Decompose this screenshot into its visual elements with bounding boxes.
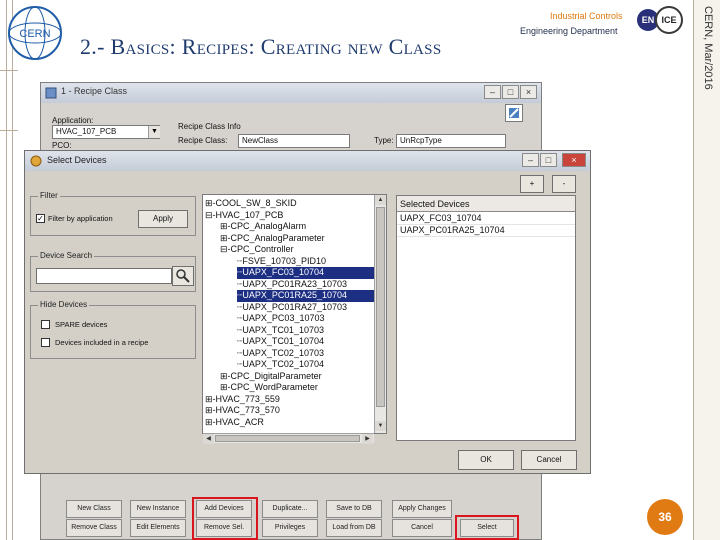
load-from-db-button[interactable]: Load from DB [326, 519, 382, 537]
apply-changes-button[interactable]: Apply Changes [392, 500, 452, 518]
recipe-class-label: Recipe Class: [178, 136, 228, 145]
remove-device-button[interactable]: - [552, 175, 576, 193]
included-devices-checkbox[interactable] [41, 338, 50, 347]
save-to-db-button[interactable]: Save to DB [326, 500, 382, 518]
ice-badge-logo: ICE [655, 6, 683, 34]
search-icon [176, 269, 190, 283]
scroll-thumb[interactable] [376, 207, 385, 407]
cancel-button[interactable]: Cancel [392, 519, 452, 537]
close-button[interactable]: × [562, 153, 586, 167]
tree-horizontal-scrollbar[interactable]: ◀ ▶ [203, 433, 374, 444]
spare-devices-checkbox[interactable] [41, 320, 50, 329]
remove-class-button[interactable]: Remove Class [66, 519, 122, 537]
scroll-right-icon[interactable]: ▶ [362, 434, 373, 444]
new-instance-button[interactable]: New Instance [130, 500, 186, 518]
decor-line [0, 130, 18, 131]
dialog-title: Select Devices [47, 155, 107, 165]
table-row[interactable]: UAPX_FC03_10704 [400, 213, 482, 223]
dialog-icon [30, 155, 42, 167]
search-button[interactable] [172, 266, 194, 286]
tree-item[interactable]: ┈UAPX_PC01RA27_10703 [237, 302, 347, 314]
dialog-titlebar [25, 151, 590, 171]
apply-button[interactable]: Apply [138, 210, 188, 228]
dept-bottom: Engineering Department [520, 26, 618, 36]
logo-text: CERN [19, 28, 50, 40]
tree-item[interactable]: ⊞-HVAC_773_559 [205, 394, 280, 406]
decor-line [12, 0, 13, 540]
close-button[interactable]: × [520, 85, 537, 99]
table-row[interactable]: UAPX_PC01RA25_10704 [400, 225, 505, 235]
tree-item[interactable]: ┈UAPX_TC02_10704 [237, 359, 324, 371]
maximize-button[interactable]: □ [502, 85, 519, 99]
add-device-button[interactable]: + [520, 175, 544, 193]
type-label: Type: [374, 136, 394, 145]
filter-group-label: Filter [38, 191, 60, 200]
new-class-button[interactable]: New Class [66, 500, 122, 518]
edit-elements-button[interactable]: Edit Elements [130, 519, 186, 537]
tree-item[interactable]: ⊞-HVAC_773_570 [205, 405, 280, 417]
tree-item[interactable]: ┈FSVE_10703_PID10 [237, 256, 326, 268]
tree-item[interactable]: ⊞-CPC_WordParameter [220, 382, 318, 394]
privileges-button[interactable]: Privileges [262, 519, 318, 537]
search-input[interactable] [36, 268, 172, 284]
tree-item[interactable]: ┈UAPX_PC03_10703 [237, 313, 324, 325]
slide-title: 2.- Basics: Recipes: Creating new Class [80, 34, 442, 59]
hide-devices-label: Hide Devices [38, 300, 90, 309]
highlight-box [455, 515, 519, 540]
hide-devices-group [30, 305, 196, 359]
application-label: Application: [52, 116, 94, 125]
tree-item[interactable]: ┈UAPX_PC01RA23_10703 [237, 279, 347, 291]
side-date-text: CERN, Mar/2016 [702, 6, 714, 90]
ok-button[interactable]: OK [458, 450, 514, 470]
type-field[interactable]: UnRcpType [396, 134, 506, 148]
pencil-icon [509, 108, 519, 118]
included-devices-label: Devices included in a recipe [55, 338, 149, 347]
tree-item[interactable]: ⊞-CPC_AnalogParameter [220, 233, 325, 245]
slide: CERN 2.- Basics: Recipes: Creating new C… [0, 0, 720, 540]
recipe-class-field[interactable]: NewClass [238, 134, 350, 148]
cern-logo: CERN [8, 6, 62, 60]
minimize-button[interactable]: – [484, 85, 501, 99]
scroll-left-icon[interactable]: ◀ [203, 434, 214, 444]
tree-item[interactable]: ┈UAPX_TC02_10703 [237, 348, 324, 360]
maximize-button[interactable]: □ [540, 153, 557, 167]
decor-line [6, 0, 7, 540]
tree-item[interactable]: ┈UAPX_FC03_10704 [237, 267, 375, 279]
filter-checkbox[interactable]: ✓ [36, 214, 45, 223]
page-number: 36 [647, 499, 683, 535]
tree-item[interactable]: ⊞-CPC_AnalogAlarm [220, 221, 306, 233]
application-select[interactable]: HVAC_107_PCB [52, 125, 160, 139]
pco-label: PCO: [52, 141, 72, 150]
table-grid-line [397, 236, 575, 237]
tree-item[interactable]: ┈UAPX_TC01_10703 [237, 325, 324, 337]
tree-item[interactable]: ⊟-CPC_Controller [220, 244, 294, 256]
scroll-down-icon[interactable]: ▼ [375, 421, 386, 431]
cancel-button[interactable]: Cancel [521, 450, 577, 470]
selected-devices-header: Selected Devices [397, 196, 575, 212]
class-info-label: Recipe Class Info [178, 122, 241, 131]
tree-item[interactable]: ┈UAPX_TC01_10704 [237, 336, 324, 348]
scroll-thumb[interactable] [215, 435, 360, 442]
decor-line [0, 70, 18, 71]
tree-item[interactable]: ┈UAPX_PC01RA25_10704 [237, 290, 375, 302]
dept-top: Industrial Controls [550, 11, 623, 21]
window-icon [45, 87, 57, 99]
device-search-label: Device Search [38, 251, 95, 260]
highlight-box [192, 497, 258, 540]
duplicate-button[interactable]: Duplicate... [262, 500, 318, 518]
tree-vertical-scrollbar[interactable]: ▲ ▼ [374, 195, 386, 433]
tree-item[interactable]: ⊟-HVAC_107_PCB [205, 210, 283, 222]
chevron-down-icon[interactable]: ▼ [148, 126, 160, 138]
selected-devices-table[interactable]: Selected Devices UAPX_FC03_10704 UAPX_PC… [396, 195, 576, 441]
filter-checkbox-label: Filter by application [48, 214, 113, 223]
tree-item[interactable]: ⊞-CPC_DigitalParameter [220, 371, 322, 383]
recipe-window-title: 1 - Recipe Class [61, 86, 128, 96]
edit-icon[interactable] [505, 104, 523, 122]
device-tree[interactable]: ⊞-COOL_SW_8_SKID ⊟-HVAC_107_PCB ⊞-CPC_Anal… [202, 194, 387, 434]
minimize-button[interactable]: – [522, 153, 539, 167]
scroll-up-icon[interactable]: ▲ [375, 195, 386, 205]
tree-item[interactable]: ⊞-COOL_SW_8_SKID [205, 198, 297, 210]
spare-devices-label: SPARE devices [55, 320, 108, 329]
tree-item[interactable]: ⊞-HVAC_ACR [205, 417, 264, 429]
